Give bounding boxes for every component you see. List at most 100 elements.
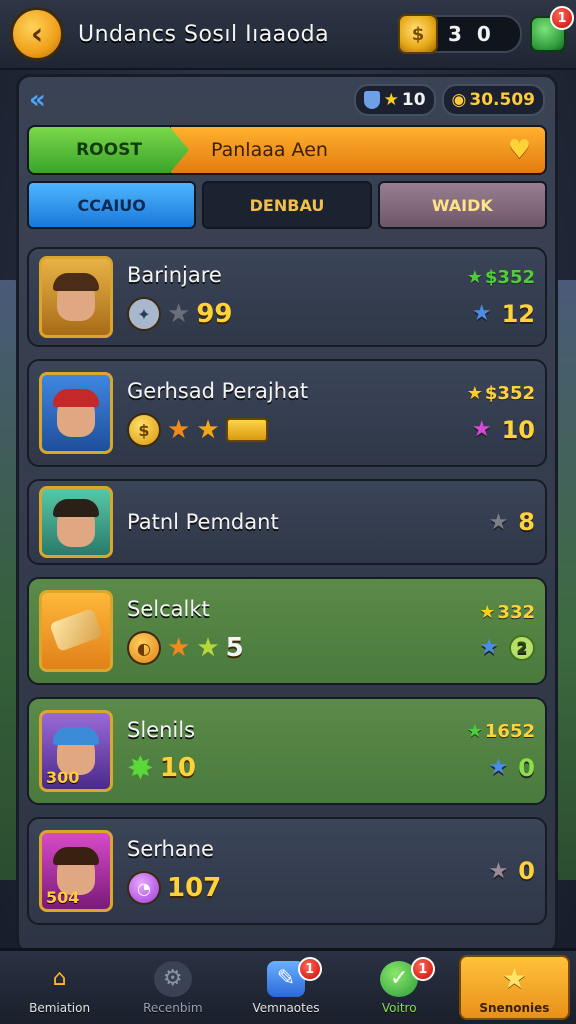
heart-icon[interactable]: ♥ — [508, 135, 531, 165]
avatar — [39, 590, 113, 672]
star-icon: ★ — [479, 601, 496, 623]
nav-home[interactable]: ⌂ Bemiation — [6, 955, 113, 1020]
player-name: Selcalkt — [127, 597, 210, 621]
coin-icon: ◐ — [127, 631, 161, 665]
list-item[interactable]: Selcalkt ◐ ★ ★ 5 ★ 332 ★ 2 — [27, 577, 547, 685]
nav-label: Bemiation — [29, 1000, 91, 1015]
player-name: Barinjare — [127, 263, 222, 287]
star-icon: ★ — [479, 635, 499, 660]
player-rank: 0 — [518, 857, 535, 885]
avatar — [39, 372, 113, 454]
star-icon: ★ — [167, 415, 191, 445]
player-reward: $352 — [484, 266, 535, 288]
star-icon: ★ — [488, 509, 509, 535]
player-rank: 8 — [518, 508, 535, 536]
avatar-level-badge: 504 — [46, 888, 80, 907]
player-score: 10 — [159, 753, 196, 783]
avatar: 300 — [39, 710, 113, 792]
gold-counter-value: 30.509 — [469, 90, 535, 110]
nav-notes[interactable]: ✎ Vemnaotes 1 — [232, 955, 339, 1020]
gold-bar-icon — [225, 418, 268, 442]
player-score: 107 — [167, 873, 222, 903]
player-name: Patnl Pemdant — [127, 510, 279, 534]
star-icon: ★ — [488, 755, 509, 780]
tab-bar: CCAIUO DENBAU WAIDK — [27, 181, 547, 229]
notification-badge: 1 — [297, 957, 322, 981]
event-banner[interactable]: ROOST Panlaaa Aen ♥ — [27, 125, 547, 175]
notification-badge: 1 — [550, 6, 574, 30]
banner-right: Panlaaa Aen ♥ — [171, 127, 545, 173]
list-item[interactable]: Gerhsad Perajhat $ ★ ★ ★ $352 ★ 10 — [27, 359, 547, 467]
list-item[interactable]: Patnl Pemdant ★ 8 — [27, 479, 547, 565]
sparkle-icon: ✸ — [127, 749, 154, 787]
gold-bar-icon — [49, 608, 103, 652]
banner-left-tag: ROOST — [29, 127, 189, 173]
chevron-left-icon: ‹ — [30, 16, 44, 52]
player-name: Slenils — [127, 718, 196, 742]
banner-title: Panlaaa Aen — [211, 139, 328, 161]
player-rank: 0 — [518, 753, 535, 782]
nav-label: Voitro — [381, 1000, 417, 1015]
gem-shop-button[interactable]: 1 — [530, 6, 574, 52]
compass-icon: ✦ — [127, 297, 161, 331]
nav-rankings[interactable]: ★ Snenonies — [458, 955, 571, 1020]
orb-icon: ◔ — [127, 871, 161, 905]
nav-label: Recenbim — [143, 1000, 203, 1015]
gear-icon: ⚙ — [153, 960, 192, 997]
player-reward: 332 — [497, 601, 535, 623]
star-icon: ★ — [196, 633, 220, 663]
bottom-nav: ⌂ Bemiation ⚙ Recenbim ✎ Vemnaotes 1 ✓ V… — [0, 948, 576, 1024]
leaderboard-panel: « ★ 10 ◉ 30.509 ROOST Panlaaa Aen ♥ CCAI… — [16, 74, 558, 954]
nav-label: Snenonies — [479, 1000, 550, 1015]
player-rank: 2 — [509, 634, 535, 661]
double-chevron-back-icon[interactable]: « — [29, 85, 46, 115]
list-item[interactable]: 300 Slenils ✸ 10 ★ 1652 ★ 0 — [27, 697, 547, 805]
shield-icon — [363, 91, 380, 109]
list-item[interactable]: Barinjare ✦ ★ 99 ★ $352 ★ 12 — [27, 247, 547, 347]
player-reward: $352 — [484, 382, 535, 404]
panel-header: « ★ 10 ◉ 30.509 — [19, 77, 555, 123]
gold-counter: ◉ 30.509 — [441, 84, 545, 116]
star-icon: ★ — [471, 301, 492, 326]
player-name: Serhane — [127, 837, 214, 861]
tab-second[interactable]: DENBAU — [202, 181, 372, 229]
avatar — [39, 486, 113, 558]
coin-icon: $ — [127, 413, 161, 447]
nav-label: Vemnaotes — [252, 1000, 320, 1015]
coin-balance[interactable]: $ 3 0 — [398, 14, 522, 54]
player-reward: 1652 — [484, 720, 535, 742]
home-icon: ⌂ — [52, 966, 67, 991]
avatar — [39, 256, 113, 338]
avatar: 504 — [39, 830, 113, 912]
star-icon: ★ — [488, 858, 509, 884]
coin-balance-value: 3 0 — [448, 22, 495, 46]
stars-counter: ★ 10 — [353, 84, 436, 116]
list-item[interactable]: 504 Serhane ◔ 107 ★ 0 — [27, 817, 547, 925]
player-rank: 10 — [501, 415, 535, 444]
notification-badge: 1 — [410, 957, 435, 981]
player-score: 5 — [225, 633, 244, 663]
player-rank: 12 — [501, 299, 535, 328]
star-icon: ★ — [466, 382, 483, 404]
star-icon: ★ — [167, 633, 191, 663]
stars-counter-value: 10 — [401, 90, 426, 110]
star-icon: ★ — [471, 417, 492, 442]
top-bar: ‹ Undancs Sosıl Iıaaoda $ 3 0 1 — [0, 0, 576, 70]
star-icon: ★ — [383, 90, 399, 110]
player-score: 99 — [196, 299, 233, 329]
nav-voice[interactable]: ✓ Voitro 1 — [346, 955, 453, 1020]
coin-bag-icon: $ — [398, 14, 438, 54]
star-icon: ★ — [501, 962, 527, 995]
star-icon: ★ — [466, 720, 483, 742]
nav-settings[interactable]: ⚙ Recenbim — [119, 955, 226, 1020]
tab-first[interactable]: CCAIUO — [27, 181, 197, 229]
star-icon: ★ — [196, 415, 220, 445]
page-title: Undancs Sosıl Iıaaoda — [78, 21, 330, 47]
back-button[interactable]: ‹ — [10, 7, 64, 61]
star-icon: ★ — [466, 266, 483, 288]
tab-third[interactable]: WAIDK — [377, 181, 547, 229]
player-name: Gerhsad Perajhat — [127, 379, 309, 403]
avatar-level-badge: 300 — [46, 768, 80, 787]
star-icon: ★ — [167, 299, 191, 329]
gold-coin-icon: ◉ — [451, 90, 467, 110]
